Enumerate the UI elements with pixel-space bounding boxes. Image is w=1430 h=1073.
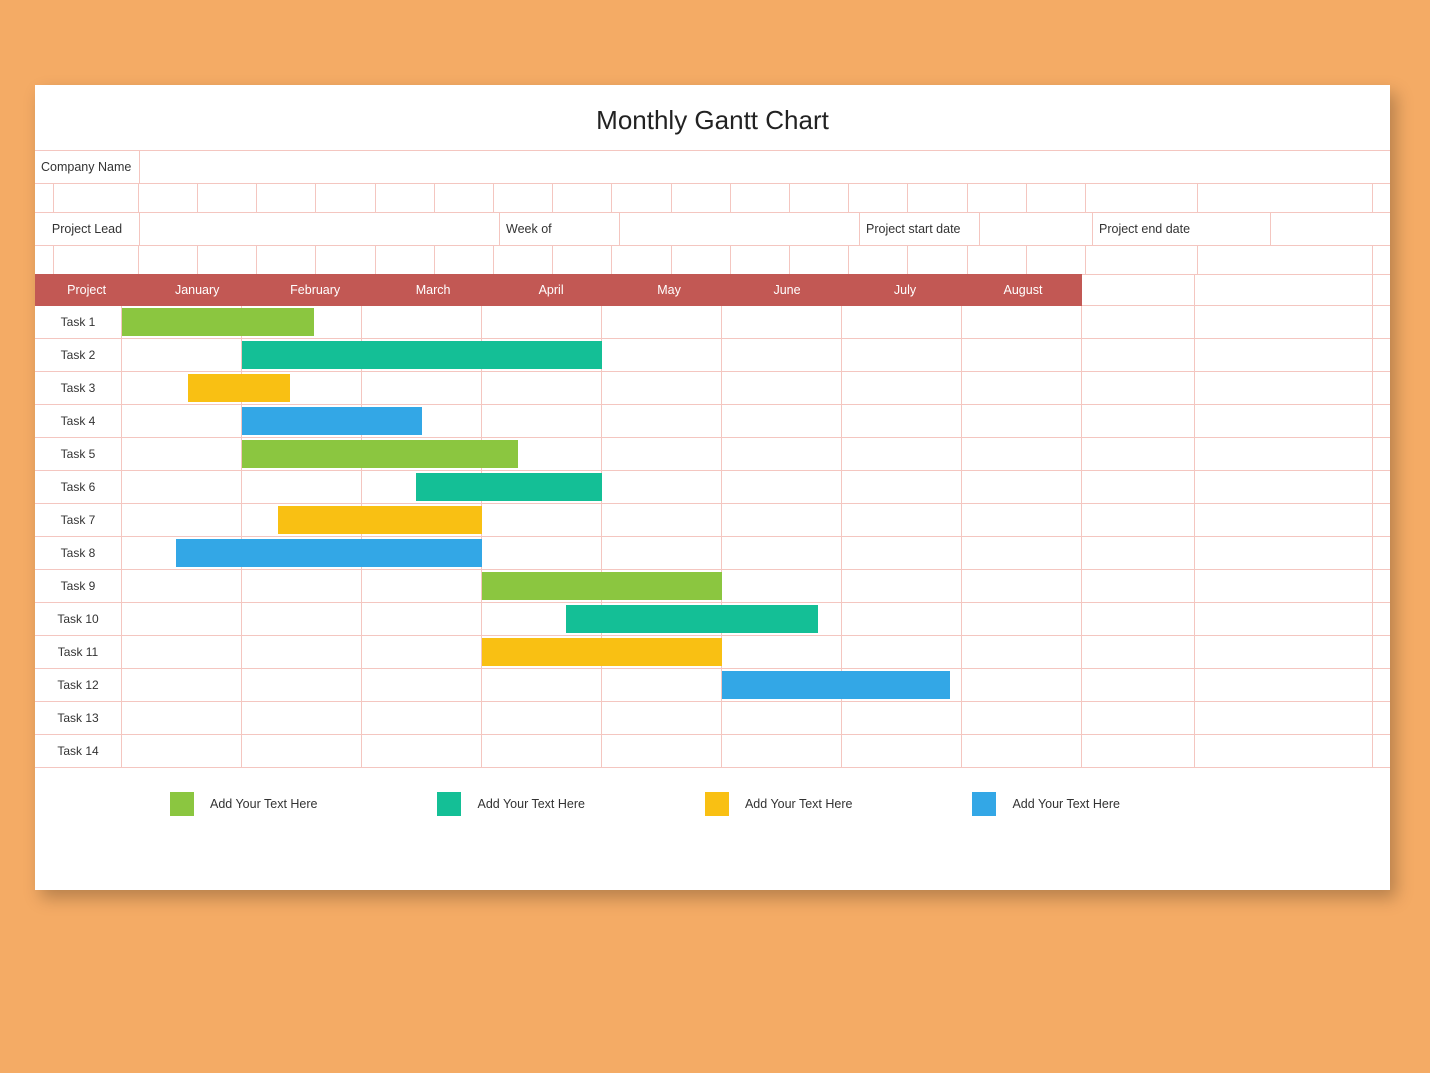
gantt-header: ProjectJanuaryFebruaryMarchAprilMayJuneJ… — [35, 274, 1390, 306]
gantt-sheet: Monthly Gantt Chart Company Name Project… — [35, 85, 1390, 890]
task-name: Task 2 — [35, 339, 122, 371]
legend-item: Add Your Text Here — [437, 792, 584, 816]
spacer-row — [35, 245, 1390, 274]
legend-label: Add Your Text Here — [477, 797, 584, 811]
legend-label: Add Your Text Here — [210, 797, 317, 811]
table-row: Task 2 — [35, 339, 1390, 372]
legend-item: Add Your Text Here — [705, 792, 852, 816]
project-info-row: Project Lead Week of Project start date … — [35, 212, 1390, 245]
col-month: January — [138, 274, 256, 306]
task-lane — [122, 603, 1390, 635]
gantt-bar[interactable] — [278, 506, 482, 534]
task-lane — [122, 735, 1390, 767]
gantt-bar[interactable] — [482, 572, 722, 600]
start-date-field[interactable] — [980, 213, 1093, 245]
col-month: August — [964, 274, 1082, 306]
table-row: Task 8 — [35, 537, 1390, 570]
gantt-body: Task 1Task 2Task 3Task 4Task 5Task 6Task… — [35, 306, 1390, 768]
table-row: Task 5 — [35, 438, 1390, 471]
end-date-field[interactable] — [1271, 213, 1390, 245]
company-name-field[interactable] — [140, 151, 1390, 183]
task-lane — [122, 669, 1390, 701]
gantt-bar[interactable] — [242, 407, 422, 435]
end-date-label: Project end date — [1093, 213, 1271, 245]
week-of-field[interactable] — [620, 213, 860, 245]
table-row: Task 14 — [35, 735, 1390, 768]
table-row: Task 11 — [35, 636, 1390, 669]
task-lane — [122, 405, 1390, 437]
task-name: Task 9 — [35, 570, 122, 602]
task-lane — [122, 339, 1390, 371]
gantt-bar[interactable] — [242, 341, 602, 369]
task-lane — [122, 306, 1390, 338]
page-title: Monthly Gantt Chart — [35, 85, 1390, 150]
task-name: Task 8 — [35, 537, 122, 569]
task-name: Task 12 — [35, 669, 122, 701]
legend-swatch — [170, 792, 194, 816]
task-name: Task 10 — [35, 603, 122, 635]
project-lead-label: Project Lead — [35, 213, 140, 245]
spacer-row — [35, 183, 1390, 212]
table-row: Task 3 — [35, 372, 1390, 405]
legend-swatch — [705, 792, 729, 816]
task-lane — [122, 570, 1390, 602]
gantt-bar[interactable] — [416, 473, 602, 501]
gantt-bar[interactable] — [566, 605, 818, 633]
task-name: Task 7 — [35, 504, 122, 536]
task-name: Task 1 — [35, 306, 122, 338]
week-of-label: Week of — [500, 213, 620, 245]
col-project: Project — [35, 274, 138, 306]
gantt-bar[interactable] — [176, 539, 482, 567]
task-lane — [122, 372, 1390, 404]
task-name: Task 11 — [35, 636, 122, 668]
gantt-bar[interactable] — [188, 374, 290, 402]
task-name: Task 4 — [35, 405, 122, 437]
table-row: Task 12 — [35, 669, 1390, 702]
task-lane — [122, 537, 1390, 569]
legend: Add Your Text Here Add Your Text Here Add … — [35, 768, 1390, 816]
col-month: February — [256, 274, 374, 306]
task-lane — [122, 471, 1390, 503]
gantt-bar[interactable] — [242, 440, 518, 468]
gantt-bar[interactable] — [482, 638, 722, 666]
legend-item: Add Your Text Here — [972, 792, 1119, 816]
table-row: Task 1 — [35, 306, 1390, 339]
company-name-label: Company Name — [35, 151, 140, 183]
task-lane — [122, 702, 1390, 734]
task-name: Task 14 — [35, 735, 122, 767]
gantt-bar[interactable] — [122, 308, 314, 336]
start-date-label: Project start date — [860, 213, 980, 245]
table-row: Task 6 — [35, 471, 1390, 504]
table-row: Task 13 — [35, 702, 1390, 735]
legend-item: Add Your Text Here — [170, 792, 317, 816]
task-lane — [122, 504, 1390, 536]
col-month: June — [728, 274, 846, 306]
gantt-bar[interactable] — [722, 671, 950, 699]
task-name: Task 5 — [35, 438, 122, 470]
col-month: July — [846, 274, 964, 306]
task-lane — [122, 636, 1390, 668]
task-name: Task 13 — [35, 702, 122, 734]
legend-label: Add Your Text Here — [1012, 797, 1119, 811]
project-lead-field[interactable] — [140, 213, 500, 245]
legend-swatch — [437, 792, 461, 816]
table-row: Task 7 — [35, 504, 1390, 537]
table-row: Task 10 — [35, 603, 1390, 636]
task-lane — [122, 438, 1390, 470]
col-month: March — [374, 274, 492, 306]
task-name: Task 6 — [35, 471, 122, 503]
col-month: April — [492, 274, 610, 306]
legend-label: Add Your Text Here — [745, 797, 852, 811]
legend-swatch — [972, 792, 996, 816]
task-name: Task 3 — [35, 372, 122, 404]
table-row: Task 9 — [35, 570, 1390, 603]
company-row: Company Name — [35, 150, 1390, 183]
col-month: May — [610, 274, 728, 306]
table-row: Task 4 — [35, 405, 1390, 438]
